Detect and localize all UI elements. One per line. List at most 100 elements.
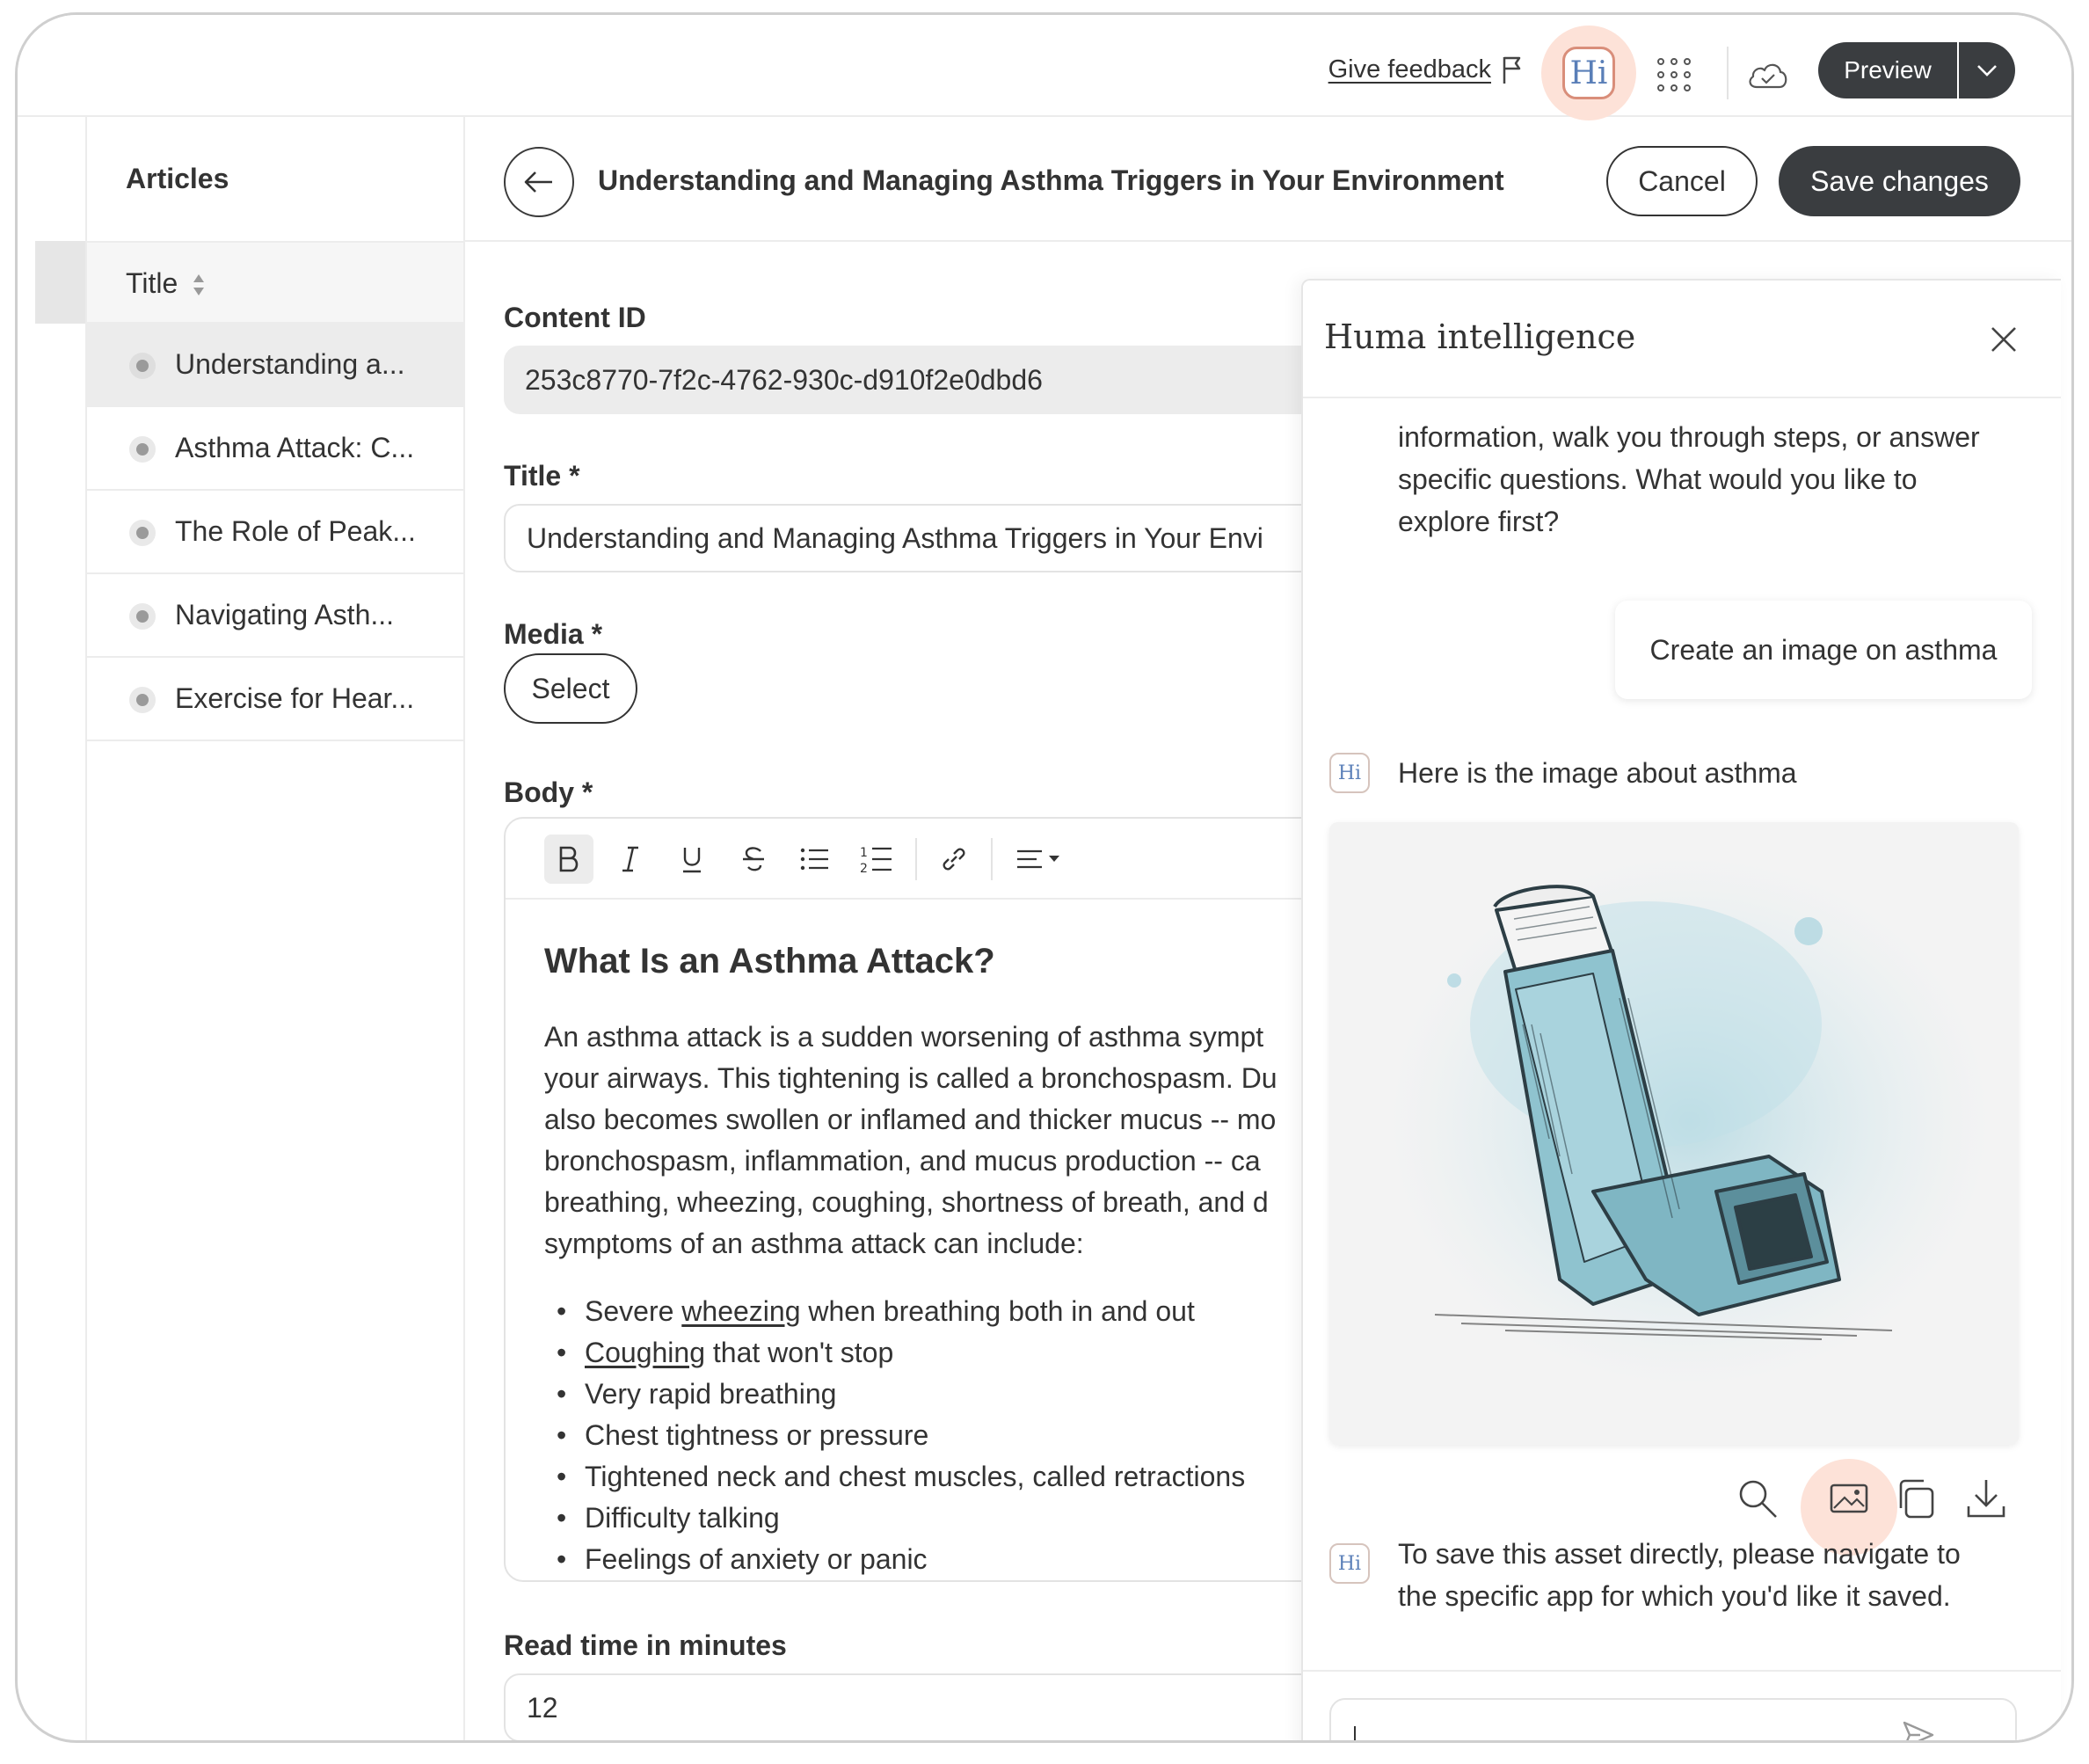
chat-input-area bbox=[1303, 1670, 2061, 1743]
flag-icon[interactable] bbox=[1500, 54, 1526, 85]
rich-text-editor[interactable]: 12 What Is an Asthma Attack? An asthma a… bbox=[504, 817, 1383, 1582]
status-dot-icon bbox=[129, 520, 156, 546]
download-icon[interactable] bbox=[1964, 1476, 2008, 1520]
editor-content: What Is an Asthma Attack? An asthma atta… bbox=[544, 942, 1381, 1580]
cloud-saved-icon bbox=[1749, 63, 1787, 89]
nav-rail-highlight bbox=[35, 241, 85, 324]
underline-icon bbox=[683, 848, 701, 873]
article-title: Understanding a... bbox=[175, 348, 405, 380]
toolbar-divider bbox=[915, 838, 917, 880]
articles-sidebar: Articles Title Understanding a... Asthma… bbox=[85, 117, 465, 1740]
paragraph-line: symptoms of an asthma attack can include… bbox=[544, 1228, 1084, 1259]
symptom-list: Severe wheezing when breathing both in a… bbox=[544, 1291, 1381, 1580]
article-title: Asthma Attack: C... bbox=[175, 432, 415, 463]
bullet-text: Feelings of anxiety or panic bbox=[585, 1543, 928, 1575]
list-item: Chest tightness or pressure bbox=[544, 1415, 1381, 1456]
strikethrough-icon bbox=[743, 847, 764, 871]
bullet-text: when breathing both in and out bbox=[800, 1295, 1195, 1327]
read-time-label: Read time in minutes bbox=[504, 1629, 787, 1661]
title-field[interactable]: Understanding and Managing Asthma Trigge… bbox=[504, 504, 1383, 572]
article-list-item[interactable]: Navigating Asth... bbox=[87, 574, 463, 658]
svg-text:1: 1 bbox=[860, 846, 868, 860]
title-column-label: Title bbox=[126, 267, 178, 299]
article-title: The Role of Peak... bbox=[175, 515, 416, 547]
apps-grid-icon[interactable] bbox=[1655, 55, 1693, 94]
preview-dropdown-button[interactable] bbox=[1959, 42, 2015, 98]
strikethrough-button[interactable] bbox=[729, 835, 778, 884]
italic-button[interactable] bbox=[606, 835, 655, 884]
article-list-item[interactable]: Asthma Attack: C... bbox=[87, 407, 463, 491]
body-heading: What Is an Asthma Attack? bbox=[544, 942, 995, 980]
list-item: Difficulty talking bbox=[544, 1498, 1381, 1539]
paragraph-line: breathing, wheezing, coughing, shortness… bbox=[544, 1186, 1269, 1218]
paragraph-line: also becomes swollen or inflamed and thi… bbox=[544, 1104, 1277, 1135]
read-time-field[interactable]: 12 bbox=[504, 1673, 1383, 1740]
bullet-text: Tightened neck and chest muscles, called… bbox=[585, 1461, 1246, 1492]
bullet-text: Severe bbox=[585, 1295, 682, 1327]
underline-button[interactable] bbox=[667, 835, 717, 884]
top-bar: Give feedback Hi Preview bbox=[18, 15, 2071, 120]
link-button[interactable] bbox=[929, 835, 979, 884]
italic-icon bbox=[622, 846, 638, 872]
article-list-item[interactable]: The Role of Peak... bbox=[87, 491, 463, 574]
assistant-message: information, walk you through steps, or … bbox=[1398, 416, 1980, 543]
article-list-item[interactable]: Understanding a... bbox=[87, 324, 463, 407]
numbered-list-button[interactable]: 12 bbox=[852, 835, 901, 884]
title-column-header[interactable]: Title bbox=[87, 241, 463, 324]
assistant-message: Here is the image about asthma bbox=[1398, 757, 1797, 789]
list-item: Coughing that won't stop bbox=[544, 1332, 1381, 1374]
status-dot-icon bbox=[129, 687, 156, 713]
arrow-left-icon bbox=[524, 171, 552, 193]
body-paragraph: An asthma attack is a sudden worsening o… bbox=[544, 1017, 1381, 1265]
back-button[interactable] bbox=[504, 147, 574, 217]
zoom-icon[interactable] bbox=[1736, 1476, 1780, 1520]
bold-icon bbox=[559, 846, 579, 872]
assistant-avatar: Hi bbox=[1329, 1543, 1370, 1584]
content-id-label: Content ID bbox=[504, 302, 646, 333]
bullet-list-button[interactable] bbox=[790, 835, 840, 884]
article-list: Understanding a... Asthma Attack: C... T… bbox=[87, 324, 463, 741]
ai-assistant-panel: Huma intelligence information, walk you … bbox=[1301, 279, 2061, 1743]
svg-text:2: 2 bbox=[860, 862, 868, 874]
coughing-link[interactable]: Coughing bbox=[585, 1337, 705, 1368]
message-line: specific questions. What would you like … bbox=[1398, 463, 1918, 495]
preview-button[interactable]: Preview bbox=[1818, 42, 1957, 98]
bullet-list-icon bbox=[800, 848, 828, 871]
align-dropdown-button[interactable] bbox=[1005, 835, 1075, 884]
link-icon bbox=[943, 848, 965, 871]
generated-image[interactable] bbox=[1329, 822, 2019, 1445]
ai-panel-header: Huma intelligence bbox=[1303, 281, 2061, 398]
sort-icon[interactable] bbox=[191, 273, 207, 297]
paragraph-line: An asthma attack is a sudden worsening o… bbox=[544, 1021, 1264, 1053]
copy-icon[interactable] bbox=[1894, 1476, 1938, 1520]
send-icon[interactable] bbox=[1901, 1717, 1936, 1743]
text-cursor bbox=[1354, 1726, 1356, 1740]
editor-toolbar: 12 bbox=[506, 819, 1381, 900]
content-id-field: 253c8770-7f2c-4762-930c-d910f2e0dbd6 bbox=[504, 346, 1383, 414]
wheezing-link[interactable]: wheezing bbox=[681, 1295, 800, 1327]
sidebar-title: Articles bbox=[126, 163, 229, 194]
bold-button[interactable] bbox=[544, 835, 593, 884]
huma-intelligence-button[interactable]: Hi bbox=[1562, 47, 1615, 99]
bullet-text: Difficulty talking bbox=[585, 1502, 780, 1534]
inhaler-illustration bbox=[1329, 822, 2019, 1445]
article-list-item[interactable]: Exercise for Hear... bbox=[87, 658, 463, 741]
close-icon[interactable] bbox=[1989, 324, 2019, 354]
align-left-icon bbox=[1017, 849, 1059, 869]
give-feedback-link[interactable]: Give feedback bbox=[1328, 55, 1491, 84]
media-select-button[interactable]: Select bbox=[504, 653, 637, 724]
list-item: Tightened neck and chest muscles, called… bbox=[544, 1456, 1381, 1498]
message-line: the specific app for which you'd like it… bbox=[1398, 1580, 1951, 1612]
assistant-message: To save this asset directly, please navi… bbox=[1398, 1533, 1961, 1617]
chat-input[interactable] bbox=[1329, 1698, 2017, 1743]
set-as-image-icon[interactable] bbox=[1827, 1476, 1871, 1520]
cancel-button[interactable]: Cancel bbox=[1606, 146, 1758, 216]
save-changes-button[interactable]: Save changes bbox=[1779, 146, 2020, 216]
chevron-down-icon bbox=[1977, 65, 1997, 77]
paragraph-line: your airways. This tightening is called … bbox=[544, 1062, 1277, 1094]
page-title: Understanding and Managing Asthma Trigge… bbox=[598, 164, 1504, 196]
article-title: Exercise for Hear... bbox=[175, 682, 415, 714]
ai-panel-title: Huma intelligence bbox=[1324, 317, 1636, 356]
body-label: Body * bbox=[504, 776, 593, 808]
topbar-divider bbox=[1727, 47, 1729, 99]
